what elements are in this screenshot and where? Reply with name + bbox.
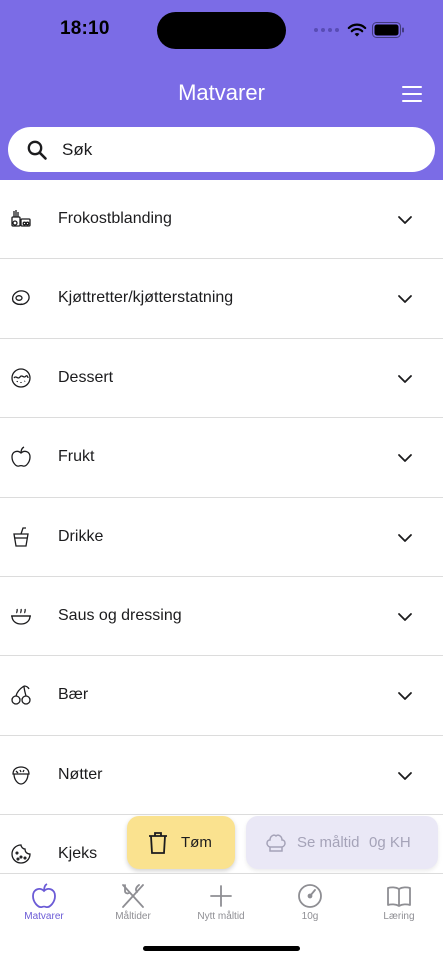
category-row-baer[interactable]: Bær <box>0 656 443 736</box>
tab-label: Matvarer <box>24 911 64 922</box>
dynamic-island <box>157 12 286 49</box>
search-bar[interactable] <box>8 127 435 172</box>
tab-label: 10g <box>301 911 319 922</box>
chevron-down-icon <box>398 216 412 224</box>
battery-icon <box>372 22 404 38</box>
drink-icon <box>13 526 29 547</box>
tab-laering[interactable]: Læring <box>355 874 443 934</box>
clear-button-label: Tøm <box>181 834 212 851</box>
category-row-saus[interactable]: Saus og dressing <box>0 577 443 657</box>
category-label: Nøtter <box>58 765 103 783</box>
apple-icon <box>11 446 31 467</box>
plus-icon <box>210 885 232 907</box>
category-label: Dessert <box>58 368 114 386</box>
category-label: Kjeks <box>58 845 98 863</box>
cereal-icon <box>11 210 31 227</box>
nut-icon <box>12 766 30 785</box>
chevron-down-icon <box>398 533 412 542</box>
chevron-down-icon <box>398 295 412 304</box>
search-input[interactable] <box>62 135 412 165</box>
view-meal-label: Se måltid <box>297 834 360 851</box>
fork-knife-icon <box>122 884 144 908</box>
category-row-frokostblanding[interactable]: Frokostblanding <box>0 180 443 260</box>
chevron-down-icon <box>398 692 412 701</box>
view-meal-button[interactable]: Se måltid 0g KH <box>246 816 438 869</box>
gauge-icon <box>298 884 322 908</box>
category-row-dessert[interactable]: Dessert <box>0 339 443 419</box>
category-row-kjottretter[interactable]: Kjøttretter/kjøtterstatning <box>0 259 443 339</box>
tab-10g[interactable]: 10g <box>266 874 354 934</box>
cherry-icon <box>11 685 31 705</box>
meal-carbs-value: 0g KH <box>369 834 411 851</box>
category-list: Frokostblanding Kjøttretter/kjøtterstatn… <box>0 180 443 895</box>
chevron-down-icon <box>398 771 412 780</box>
category-label: Frukt <box>58 448 95 466</box>
category-row-drikke[interactable]: Drikke <box>0 498 443 577</box>
category-label: Frokostblanding <box>58 210 172 227</box>
hamburger-icon <box>402 86 422 88</box>
category-label: Bær <box>58 686 89 704</box>
clear-button[interactable]: Tøm <box>127 816 235 869</box>
cellular-signal-icon <box>314 28 339 32</box>
tab-label: Læring <box>383 911 415 922</box>
status-bar: 18:10 <box>0 0 443 60</box>
menu-button[interactable] <box>400 84 424 104</box>
wifi-icon <box>347 23 367 36</box>
tab-label: Måltider <box>115 911 151 922</box>
home-indicator <box>143 946 300 951</box>
chef-hat-icon <box>266 834 286 852</box>
dessert-icon <box>11 368 31 388</box>
status-time: 18:10 <box>60 18 110 39</box>
search-icon <box>27 140 47 160</box>
book-icon <box>387 886 411 907</box>
page-title: Matvarer <box>178 80 265 105</box>
tab-maltider[interactable]: Måltider <box>89 874 177 934</box>
chevron-down-icon <box>398 454 412 463</box>
chevron-down-icon <box>398 613 412 621</box>
tab-matvarer[interactable]: Matvarer <box>0 874 88 934</box>
apple-icon <box>32 883 56 908</box>
cookie-icon <box>11 844 31 864</box>
tab-nytt-maltid[interactable]: Nytt måltid <box>177 874 265 934</box>
app-header: 18:10 Matvarer <box>0 0 443 180</box>
category-row-notter[interactable]: Nøtter <box>0 736 443 816</box>
category-row-frukt[interactable]: Frukt <box>0 418 443 498</box>
trash-icon <box>149 832 167 854</box>
tab-label: Nytt måltid <box>197 911 245 922</box>
category-label: Saus og dressing <box>58 606 182 624</box>
sauce-icon <box>11 608 31 625</box>
chevron-down-icon <box>398 374 412 383</box>
category-label: Kjøttretter/kjøtterstatning <box>58 289 234 307</box>
category-label: Drikke <box>58 527 104 545</box>
meat-icon <box>11 290 30 306</box>
status-icons <box>314 20 367 40</box>
